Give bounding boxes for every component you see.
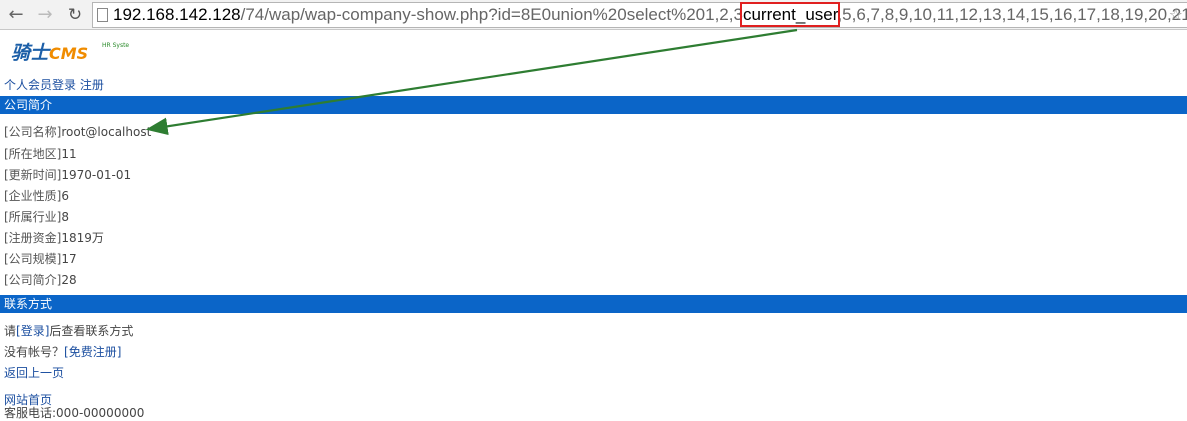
annotation-arrow [145, 28, 798, 136]
